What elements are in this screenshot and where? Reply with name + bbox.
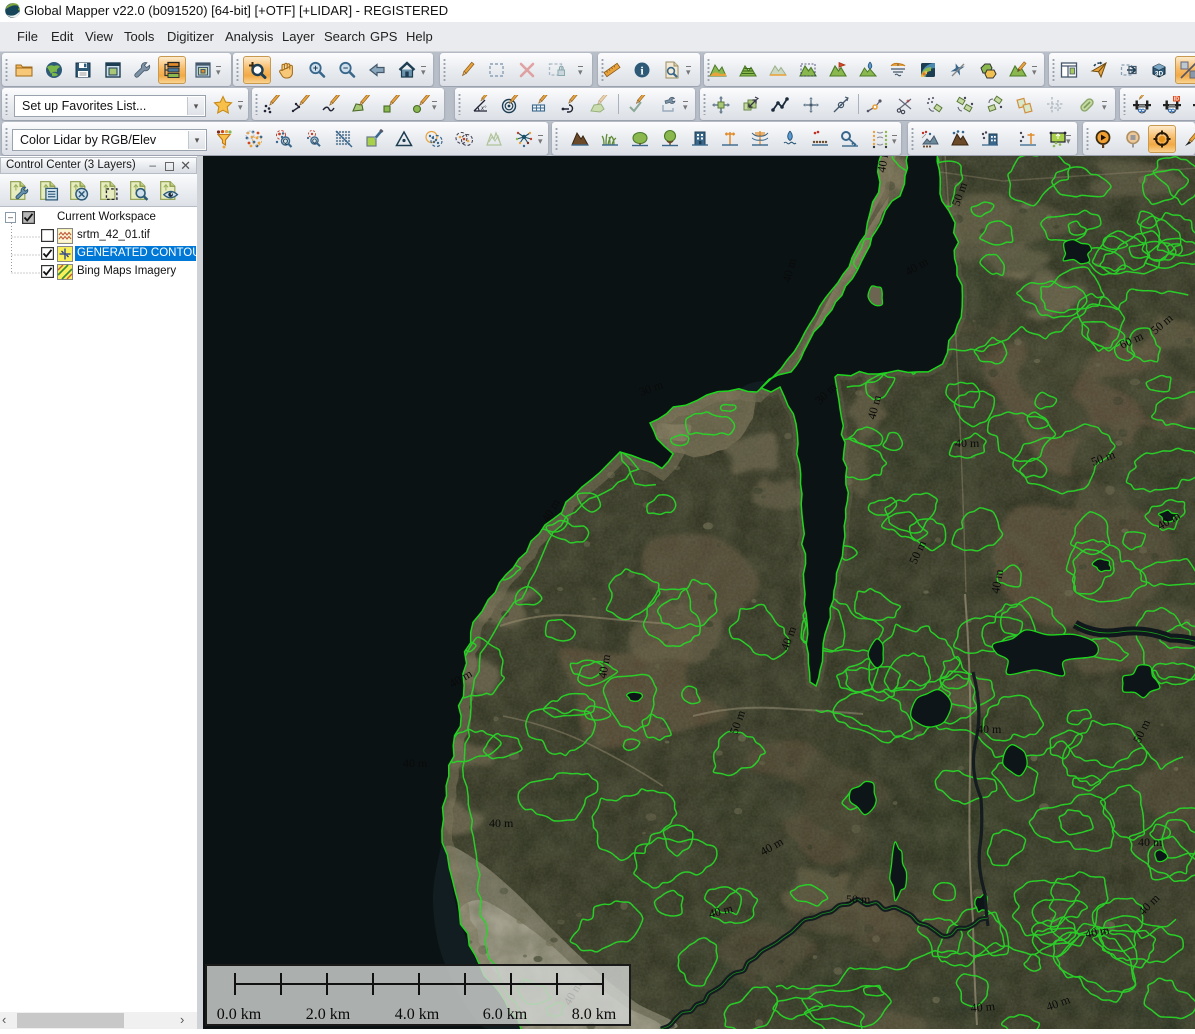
svg-text:40 m: 40 m (977, 722, 1002, 736)
svg-text:6.0 km: 6.0 km (483, 1006, 528, 1023)
svg-text:2.0 km: 2.0 km (306, 1006, 351, 1023)
svg-text:50 m: 50 m (846, 892, 871, 906)
svg-text:4.0 km: 4.0 km (395, 1006, 440, 1023)
svg-text:40 m: 40 m (403, 756, 428, 770)
svg-text:+: + (313, 63, 318, 73)
svg-text:Q: Q (283, 139, 289, 146)
svg-text:Q: Q (312, 138, 317, 145)
svg-text:40 m: 40 m (970, 999, 996, 1015)
svg-text:0.0 km: 0.0 km (217, 1006, 262, 1023)
svg-text:40 m: 40 m (1138, 835, 1163, 849)
svg-text:−: − (343, 63, 348, 73)
svg-text:8.0 km: 8.0 km (572, 1006, 617, 1023)
svg-text:3D: 3D (1155, 71, 1164, 78)
svg-text:40 m: 40 m (489, 816, 514, 830)
svg-text:x°: x° (480, 106, 487, 112)
svg-text:ID: ID (1174, 97, 1179, 103)
svg-text:40 m: 40 m (955, 436, 980, 450)
